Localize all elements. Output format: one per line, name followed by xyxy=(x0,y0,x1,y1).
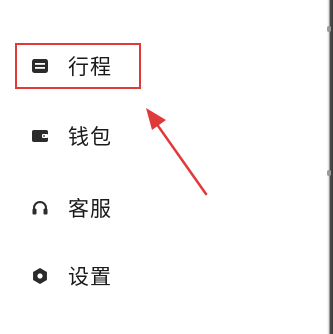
gear-icon xyxy=(30,266,50,286)
menu-item-settings[interactable]: 设置 xyxy=(30,258,112,294)
side-menu-screen: 行程 钱包 客服 设置 xyxy=(0,0,333,334)
menu-item-trips[interactable]: 行程 xyxy=(30,48,112,84)
wallet-icon xyxy=(30,126,50,146)
ticket-icon xyxy=(30,56,50,76)
headset-icon xyxy=(30,198,50,218)
menu-item-label: 钱包 xyxy=(68,125,112,149)
menu-item-support[interactable]: 客服 xyxy=(30,190,112,226)
menu-item-label: 设置 xyxy=(68,265,112,289)
menu-item-label: 客服 xyxy=(68,197,112,221)
menu-item-wallet[interactable]: 钱包 xyxy=(30,118,112,154)
menu-item-label: 行程 xyxy=(68,55,112,79)
edge-marker xyxy=(327,170,331,176)
edge-marker xyxy=(327,26,331,32)
drawer-edge-shadow xyxy=(327,0,333,334)
